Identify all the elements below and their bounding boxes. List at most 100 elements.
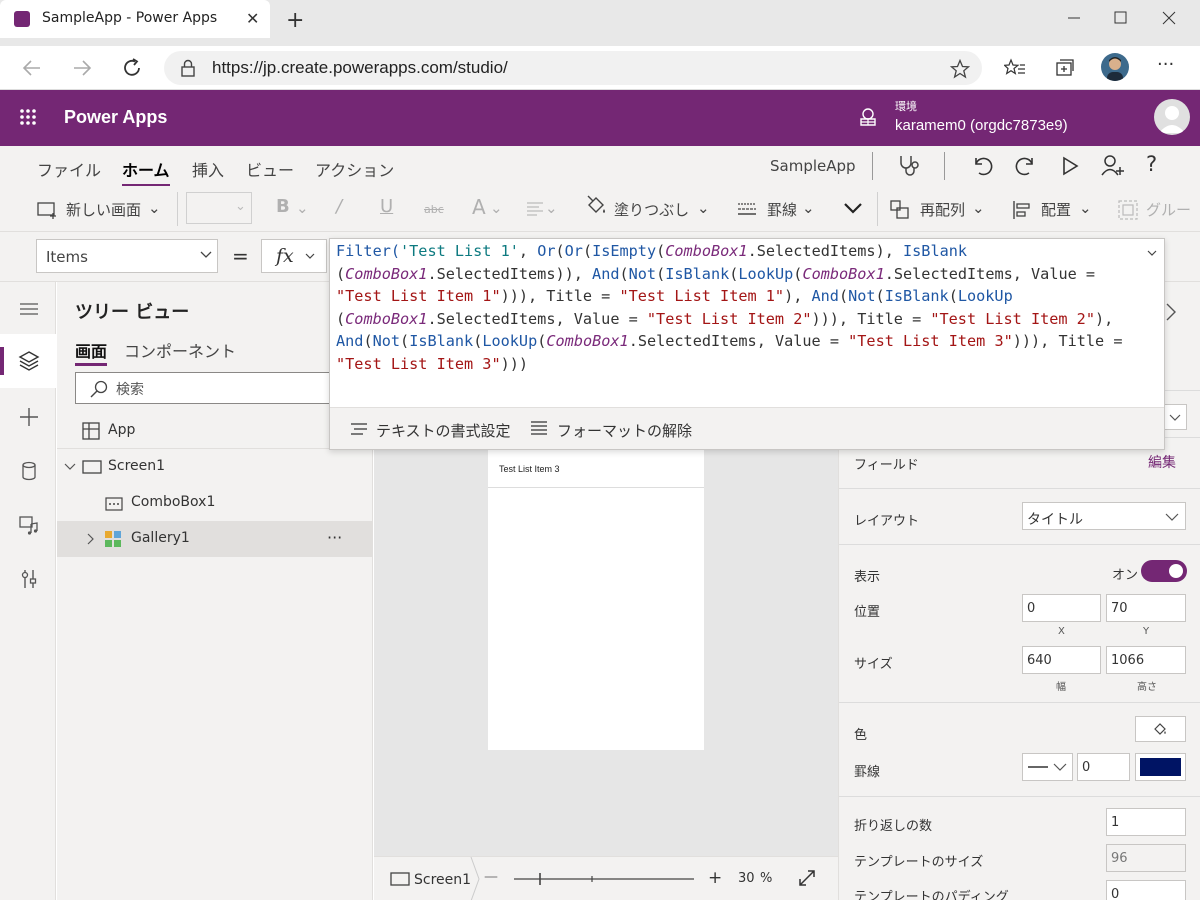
fill-color-button[interactable]	[1135, 716, 1186, 742]
media-icon[interactable]	[18, 514, 40, 536]
tree-node-combobox1[interactable]: ComboBox1	[57, 485, 373, 521]
tree-node-app[interactable]: App	[57, 413, 373, 449]
zoom-in-button[interactable]: +	[708, 868, 722, 888]
forward-arrow-icon[interactable]	[70, 57, 94, 79]
text-align-icon[interactable]	[526, 201, 544, 217]
browser-menu-icon[interactable]: ···	[1157, 54, 1174, 75]
remove-format-button[interactable]: フォーマットの解除	[557, 420, 692, 441]
bold-icon[interactable]: B	[276, 196, 290, 217]
menu-view[interactable]: ビュー	[246, 157, 294, 181]
fill-bucket-icon	[585, 195, 607, 217]
group-button[interactable]: グルー	[1146, 199, 1191, 220]
border-color-button[interactable]	[1135, 753, 1186, 781]
hamburger-menu-icon[interactable]	[18, 298, 40, 320]
chevron-down-icon[interactable]: ⌄	[490, 199, 503, 217]
property-select[interactable]: Items	[36, 239, 218, 273]
zoom-slider[interactable]	[512, 871, 696, 887]
new-tab-icon[interactable]: +	[286, 10, 304, 32]
x-input[interactable]: 0	[1022, 594, 1101, 622]
template-size-input[interactable]: 96	[1106, 844, 1186, 872]
font-size-select[interactable]: ⌄	[186, 192, 252, 224]
chevron-right-icon[interactable]	[86, 533, 96, 545]
maximize-window-icon[interactable]	[1098, 6, 1144, 30]
favorites-list-icon[interactable]	[1004, 58, 1026, 78]
fill-button[interactable]: 塗りつぶし	[614, 199, 689, 220]
browser-profile-avatar[interactable]	[1101, 53, 1129, 81]
app-screen-preview[interactable]: Test List Item 3	[488, 450, 704, 750]
fit-to-window-icon[interactable]	[798, 869, 816, 887]
formula-text[interactable]: Filter('Test List 1', Or(Or(IsEmpty(Comb…	[336, 240, 1136, 375]
code-function: LookUp	[957, 287, 1013, 305]
height-input[interactable]: 1066	[1106, 646, 1186, 674]
app-launcher-icon[interactable]	[19, 108, 37, 126]
tree-node-gallery1[interactable]: Gallery1 ···	[57, 521, 373, 557]
formula-editor[interactable]: Filter('Test List 1', Or(Or(IsEmpty(Comb…	[329, 238, 1165, 450]
y-input[interactable]: 70	[1106, 594, 1186, 622]
close-window-icon[interactable]	[1146, 6, 1192, 30]
fx-button[interactable]: fx	[261, 239, 327, 273]
favorite-star-icon[interactable]	[950, 59, 970, 79]
chevron-down-icon[interactable]	[64, 462, 76, 472]
font-color-icon[interactable]: A	[472, 195, 486, 219]
border-style-select[interactable]	[1022, 753, 1073, 781]
data-cylinder-icon[interactable]	[18, 460, 40, 482]
tree-node-screen1[interactable]: Screen1	[57, 449, 373, 485]
gallery-item-text[interactable]: Test List Item 3	[499, 464, 560, 474]
url-field[interactable]: https://jp.create.powerapps.com/studio/	[164, 51, 982, 85]
browser-tab[interactable]: SampleApp - Power Apps ✕	[0, 0, 270, 38]
chevron-down-icon[interactable]: ⌄	[697, 199, 710, 217]
minimize-window-icon[interactable]	[1050, 6, 1096, 30]
italic-icon[interactable]: /	[336, 196, 342, 217]
collapse-formula-chevron-icon[interactable]	[1146, 249, 1158, 258]
tab-components[interactable]: コンポーネント	[124, 338, 236, 362]
strikethrough-icon[interactable]: abc	[424, 203, 444, 216]
user-avatar[interactable]	[1154, 99, 1190, 135]
menu-action[interactable]: アクション	[315, 157, 394, 181]
template-padding-input[interactable]: 0	[1106, 880, 1186, 900]
screen-icon	[390, 872, 410, 886]
chevron-down-icon[interactable]: ⌄	[1079, 199, 1092, 217]
app-checker-icon[interactable]	[896, 154, 922, 178]
new-screen-button[interactable]: 新しい画面	[66, 199, 141, 220]
menu-file[interactable]: ファイル	[37, 157, 101, 181]
tab-screens[interactable]: 画面	[75, 338, 108, 366]
help-icon[interactable]: ?	[1146, 152, 1157, 176]
underline-icon[interactable]: U	[380, 196, 393, 217]
menu-home[interactable]: ホーム	[122, 157, 170, 187]
advanced-tools-icon[interactable]	[18, 568, 40, 590]
format-text-button[interactable]: テキストの書式設定	[376, 420, 511, 441]
share-user-icon[interactable]	[1100, 154, 1126, 178]
environment-name[interactable]: karamem0 (orgdc7873e9)	[895, 117, 1068, 134]
border-width-input[interactable]: 0	[1077, 753, 1130, 781]
zoom-out-button[interactable]: —	[484, 869, 498, 885]
reorder-button[interactable]: 再配列	[920, 199, 965, 220]
play-preview-icon[interactable]	[1060, 155, 1080, 177]
more-options-icon[interactable]: ···	[327, 528, 342, 547]
datasource-dropdown[interactable]	[1163, 404, 1187, 430]
menu-insert[interactable]: 挿入	[192, 157, 224, 181]
chevron-down-icon[interactable]: ⌄	[802, 199, 815, 217]
back-arrow-icon[interactable]	[20, 57, 44, 79]
undo-icon[interactable]	[970, 154, 994, 178]
visible-toggle[interactable]	[1141, 560, 1187, 582]
border-button[interactable]: 罫線	[767, 199, 797, 220]
chevron-down-icon[interactable]: ⌄	[148, 199, 161, 217]
close-tab-icon[interactable]: ✕	[246, 9, 259, 28]
insert-plus-icon[interactable]	[18, 406, 40, 428]
layout-select[interactable]: タイトル	[1022, 502, 1186, 530]
wrap-count-input[interactable]: 1	[1106, 808, 1186, 836]
tree-view-tab[interactable]	[0, 334, 56, 388]
redo-icon[interactable]	[1014, 154, 1038, 178]
edit-fields-link[interactable]: 編集	[1148, 452, 1176, 472]
more-chevron-icon[interactable]	[843, 201, 863, 215]
collections-icon[interactable]	[1054, 58, 1076, 78]
brand-title[interactable]: Power Apps	[64, 107, 167, 128]
chevron-down-icon[interactable]: ⌄	[545, 199, 558, 217]
align-button[interactable]: 配置	[1041, 199, 1071, 220]
chevron-down-icon[interactable]: ⌄	[296, 199, 309, 217]
chevron-down-icon[interactable]: ⌄	[972, 199, 985, 217]
screen-tab[interactable]: Screen1	[414, 872, 471, 888]
width-input[interactable]: 640	[1022, 646, 1101, 674]
chevron-right-icon[interactable]	[1165, 302, 1177, 322]
refresh-icon[interactable]	[120, 56, 144, 80]
